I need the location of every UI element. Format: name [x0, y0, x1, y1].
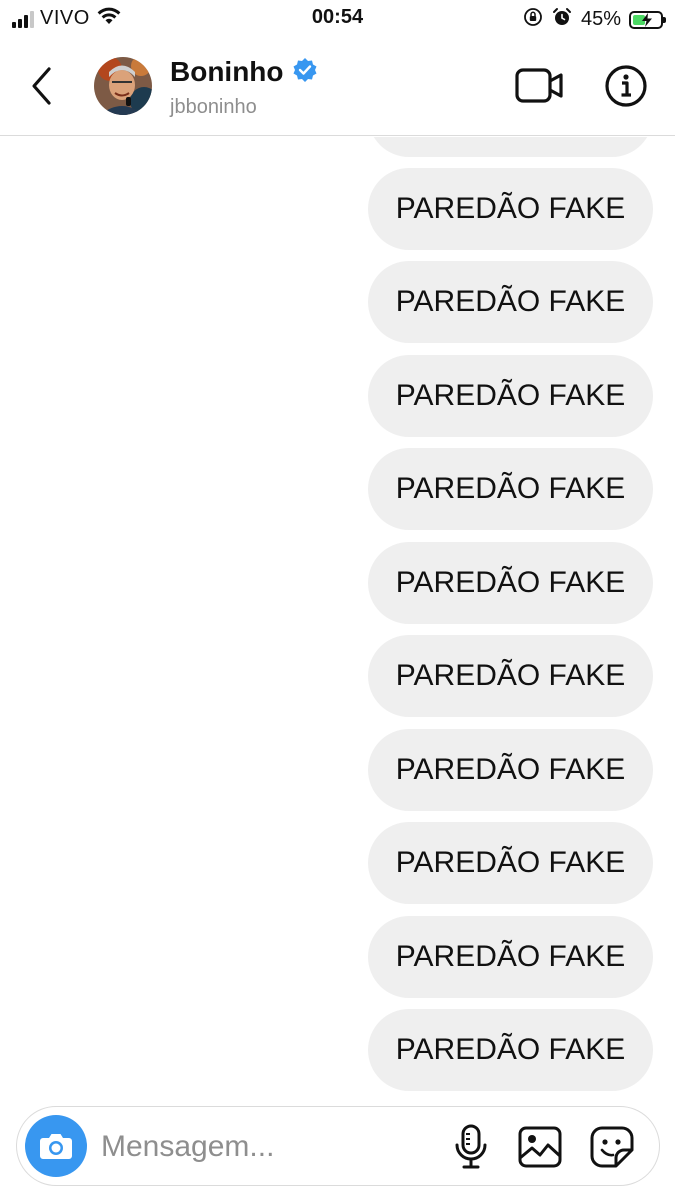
info-button[interactable]	[604, 64, 648, 108]
camera-icon	[40, 1134, 72, 1159]
message-bubble[interactable]: PAREDÃO FAKE	[368, 1009, 653, 1091]
microphone-icon	[455, 1124, 487, 1169]
gallery-icon	[518, 1126, 562, 1168]
message-bubble[interactable]: PAREDÃO FAKE	[368, 168, 653, 250]
verified-badge-icon	[292, 57, 318, 88]
message-bubble[interactable]: PAREDÃO FAKE	[368, 916, 653, 998]
gallery-button[interactable]	[517, 1125, 563, 1169]
info-icon	[605, 65, 647, 107]
battery-percent: 45%	[580, 8, 621, 30]
message-bubble[interactable]: PAREDÃO FAKE	[368, 635, 653, 717]
alarm-icon	[551, 6, 573, 33]
message-bubble-partial[interactable]	[368, 137, 653, 157]
back-chevron-icon	[32, 67, 51, 105]
video-call-icon	[515, 68, 563, 103]
avatar[interactable]	[94, 57, 152, 115]
battery-icon	[629, 10, 666, 29]
message-bubble[interactable]: PAREDÃO FAKE	[368, 542, 653, 624]
back-button[interactable]	[22, 62, 62, 110]
contact-username: jbboninho	[170, 96, 257, 118]
message-list[interactable]: PAREDÃO FAKE PAREDÃO FAKE PAREDÃO FAKE P…	[0, 137, 675, 1097]
charging-bolt-icon	[642, 12, 652, 27]
status-right: 45%	[523, 6, 666, 33]
camera-button[interactable]	[25, 1115, 87, 1177]
microphone-button[interactable]	[453, 1123, 489, 1171]
orientation-lock-icon	[523, 7, 543, 32]
chat-header: Boninho jbboninho	[0, 40, 675, 136]
message-bubble[interactable]: PAREDÃO FAKE	[368, 355, 653, 437]
contact-name-row[interactable]: Boninho	[170, 56, 318, 88]
contact-name: Boninho	[170, 56, 284, 87]
message-bubble[interactable]: PAREDÃO FAKE	[368, 448, 653, 530]
message-bubble[interactable]: PAREDÃO FAKE	[368, 729, 653, 811]
message-input[interactable]	[101, 1127, 421, 1167]
status-bar: VIVO 00:54 45%	[0, 0, 675, 40]
sticker-button[interactable]	[589, 1125, 635, 1169]
sticker-icon	[590, 1126, 634, 1168]
video-call-button[interactable]	[514, 66, 566, 106]
message-bubble[interactable]: PAREDÃO FAKE	[368, 261, 653, 343]
message-bubble[interactable]: PAREDÃO FAKE	[368, 822, 653, 904]
message-composer	[16, 1106, 660, 1186]
